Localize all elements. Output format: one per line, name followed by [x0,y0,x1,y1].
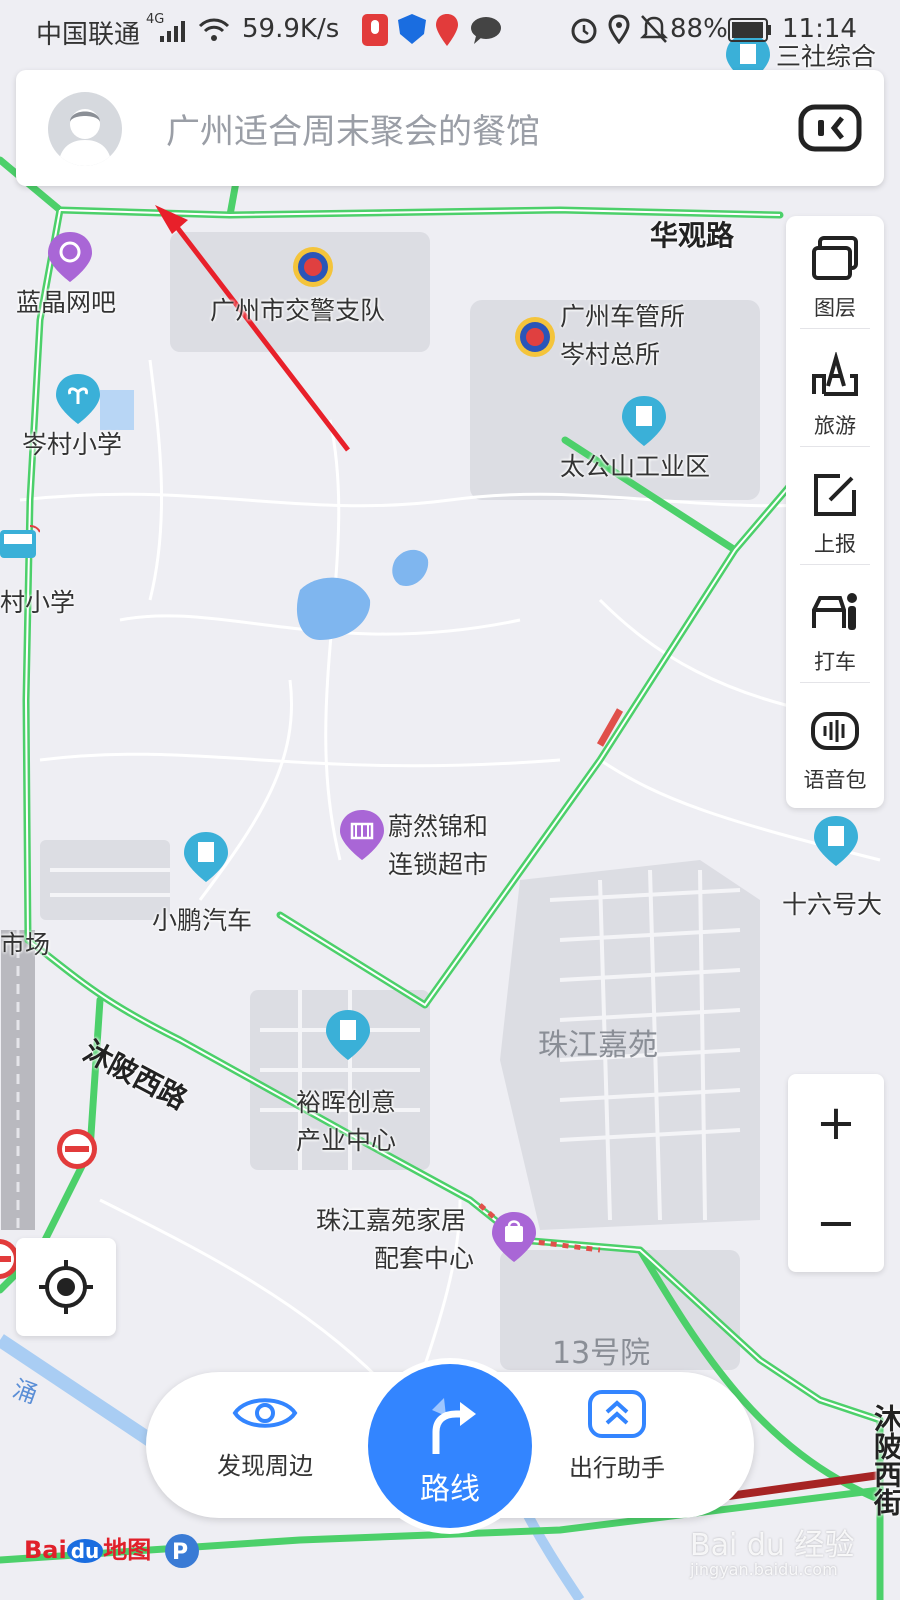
building-poi-icon[interactable] [814,816,858,866]
clock: 11:14 [782,14,857,44]
crosshair-icon [39,1260,93,1314]
poi-label[interactable]: 珠江嘉苑家居 [316,1204,466,1237]
area-label: 13号院 [552,1336,651,1371]
alarm-icon [571,18,597,44]
poi-label[interactable]: 配套中心 [374,1242,474,1275]
watermark: Bai du 经验 [690,1528,855,1563]
avatar[interactable] [48,92,122,166]
user-icon [58,109,112,166]
baidu-map-logo: Bai du 地图 P [24,1530,200,1569]
battery-percent: 88% [670,14,728,44]
building-poi-icon[interactable] [326,1010,370,1060]
police-poi-icon[interactable] [292,246,334,288]
poi-label[interactable]: 小鹏汽车 [152,904,252,937]
report-icon [814,474,856,516]
search-bar[interactable]: 广州适合周末聚会的餐馆 [16,70,884,186]
mute-icon [640,15,668,43]
battery-icon [728,18,771,42]
layers-label: 图层 [814,296,856,320]
turn-arrow-icon [432,1398,476,1454]
voice-pack-label: 语音包 [803,768,867,792]
bus-stop-icon[interactable] [0,524,40,564]
taxi-button[interactable]: 打车 [786,570,884,688]
zoom-in-button[interactable]: + [788,1074,884,1172]
poi-label[interactable]: 连锁超市 [388,848,488,881]
discover-nearby-button[interactable]: 发现周边 [190,1390,340,1481]
report-label: 上报 [814,532,856,556]
search-input[interactable]: 广州适合周末聚会的餐馆 [166,104,540,153]
voice-pack-button[interactable]: 语音包 [786,688,884,806]
supermarket-poi-icon[interactable] [340,810,384,860]
zoom-out-button[interactable]: − [788,1174,884,1272]
travel-label: 旅游 [814,414,856,438]
chat-app-icon [471,17,501,44]
discover-label: 发现周边 [217,1452,313,1480]
wifi-icon [198,18,230,41]
internet-cafe-poi-icon[interactable] [48,232,92,282]
assistant-label: 出行助手 [569,1454,665,1482]
poi-label[interactable]: 岑村总所 [560,338,660,371]
travel-icon [812,352,858,396]
eye-icon [232,1398,298,1428]
poi-label[interactable]: 裕晖创意 [296,1086,396,1119]
building-poi-icon[interactable] [184,832,228,882]
shield-app-icon [398,14,426,44]
layers-icon [812,236,858,280]
vehicle-office-poi-icon[interactable] [514,316,556,358]
shopping-poi-icon[interactable] [492,1212,536,1262]
zoom-control: + − [788,1074,884,1272]
travel-assistant-button[interactable]: 出行助手 [542,1390,692,1483]
signal-icon [160,21,185,42]
building-poi-icon[interactable] [622,396,666,446]
watermark-url: jingyan.baidu.com [690,1560,838,1579]
map-canvas[interactable] [0,0,900,1600]
road-label: 沐陂西街 [870,1404,900,1516]
voice-pack-icon [811,712,859,750]
route-button[interactable]: 路线 [368,1364,532,1528]
poi-label[interactable]: 十六号大 [782,888,882,921]
report-button[interactable]: 上报 [786,452,884,570]
parking-icon: P [164,1534,199,1568]
assistant-icon [588,1390,646,1438]
taxi-label: 打车 [814,650,856,674]
voice-assistant-icon[interactable] [798,104,862,152]
poi-label[interactable]: 村小学 [0,586,75,619]
route-label: 路线 [420,1472,480,1507]
svg-text:P: P [172,1540,188,1565]
carrier-label: 中国联通 [36,20,141,50]
road-label: 华观路 [650,219,735,252]
taxi-icon [812,593,857,630]
mic-app-icon [362,14,388,46]
poi-label[interactable]: 市场 [0,928,50,961]
locate-button[interactable] [16,1238,116,1336]
map-toolbar: 图层 旅游 上报 打车 语音包 [786,216,884,808]
poi-label[interactable]: 产业中心 [296,1124,396,1157]
map-pin-app-icon [436,14,458,46]
network-speed: 59.9K/s [242,14,340,44]
area-label: 珠江嘉苑 [538,1028,658,1063]
poi-label[interactable]: 广州市交警支队 [210,294,385,327]
location-status-icon [608,14,630,44]
layers-button[interactable]: 图层 [786,216,884,334]
school-poi-icon[interactable] [56,374,100,424]
poi-label[interactable]: 太公山工业区 [560,450,710,483]
poi-label[interactable]: 蔚然锦和 [388,810,488,843]
no-entry-icon [57,1129,97,1169]
poi-label[interactable]: 岑村小学 [22,428,122,461]
travel-button[interactable]: 旅游 [786,334,884,452]
poi-label[interactable]: 广州车管所 [560,300,685,333]
status-bar: 中国联通 4G 59.9K/s 88% 11:14 [0,0,900,62]
poi-label[interactable]: 蓝晶网吧 [16,286,116,319]
